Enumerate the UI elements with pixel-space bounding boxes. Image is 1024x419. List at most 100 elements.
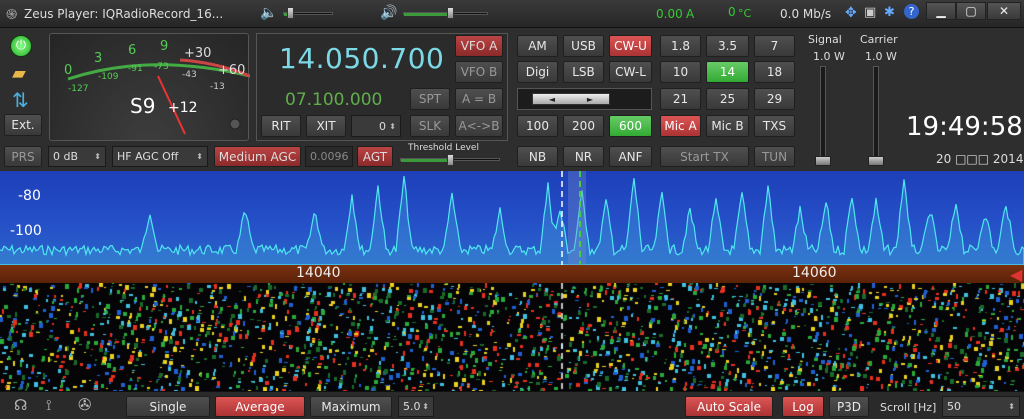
reel-icon[interactable]: ✇	[78, 395, 91, 414]
band-14-button[interactable]: 14	[706, 61, 749, 83]
freq-tick-14060: 14060	[792, 265, 837, 281]
xit-button[interactable]: XIT	[306, 115, 346, 137]
band-3-5-button[interactable]: 3.5	[706, 35, 749, 57]
filter-shift-handle[interactable]: ◄ ►	[532, 93, 610, 105]
meter-scale-0: 0	[64, 63, 73, 78]
mode-lsb-button[interactable]: LSB	[563, 61, 604, 83]
threshold-slider-fill	[401, 159, 450, 162]
vfo-b-frequency[interactable]: 07.100.000	[285, 90, 382, 110]
band-7-button[interactable]: 7	[754, 35, 795, 57]
agt-button[interactable]: AGT	[357, 146, 393, 167]
band-10-button[interactable]: 10	[660, 61, 701, 83]
ext-button[interactable]: Ext.	[4, 114, 42, 136]
vfo-a-frequency[interactable]: 14.050.700	[279, 42, 444, 75]
mic-b-button[interactable]: Mic B	[706, 115, 749, 137]
anf-button[interactable]: ANF	[609, 146, 652, 167]
signal-slider[interactable]	[820, 66, 826, 164]
minimize-button[interactable]: ▁	[926, 2, 956, 20]
meter-scale-9: 9	[160, 39, 169, 54]
maximize-button[interactable]: ▢	[956, 2, 986, 20]
headset-icon[interactable]: ☊	[14, 396, 27, 414]
slk-button[interactable]: SLK	[410, 115, 450, 137]
threshold-slider-knob[interactable]	[447, 154, 454, 166]
volume-slider-2-knob[interactable]	[447, 7, 454, 19]
nr-button[interactable]: NR	[563, 146, 604, 167]
waterfall-display[interactable]	[0, 283, 1024, 391]
scroll-select[interactable]: 50 ⬍	[942, 396, 1020, 417]
meter-scale-6: 6	[128, 43, 137, 58]
preamp-select[interactable]: 0 dB ⬍	[48, 146, 106, 167]
open-folder-button[interactable]: ▰	[12, 63, 26, 84]
filter-100-button[interactable]: 100	[517, 115, 558, 137]
average-button[interactable]: Average	[215, 396, 305, 417]
settings-icon[interactable]: ✱	[884, 5, 895, 20]
spin-arrows-icon[interactable]: ⬍	[389, 122, 396, 131]
threshold-label: Threshold Level	[408, 143, 479, 153]
carrier-value: 1.0 W	[865, 50, 897, 63]
prs-button[interactable]: PRS	[4, 146, 42, 167]
speaker-icon[interactable]: 🔈	[260, 5, 277, 21]
band-1-8-button[interactable]: 1.8	[660, 35, 701, 57]
maximum-button[interactable]: Maximum	[310, 396, 392, 417]
antenna-icon[interactable]: ⟟	[46, 396, 52, 414]
mode-cwu-button[interactable]: CW-U	[609, 35, 652, 57]
meter-scale-3: 3	[94, 51, 103, 66]
average-spinbox[interactable]: 5.0 ⬍	[398, 396, 434, 417]
power-button[interactable]: ⏻	[10, 35, 36, 57]
volume-slider-2-fill	[404, 13, 450, 16]
folder-icon: ▰	[12, 63, 26, 84]
help-icon[interactable]: ?	[904, 4, 919, 19]
log-button[interactable]: Log	[782, 396, 824, 417]
hf-agc-value: HF AGC Off	[117, 150, 179, 163]
chevron-down-icon: ⬍	[94, 152, 101, 161]
filter-200-button[interactable]: 200	[563, 115, 604, 137]
spectrum-display[interactable]: -80 -100	[0, 171, 1024, 265]
speaker-loud-icon[interactable]: 🔊	[380, 5, 397, 21]
offset-spinbox[interactable]: 0 ⬍	[351, 115, 401, 137]
s-meter: 0 3 6 9 +30 +60 -127 -109 -91 -73 -43 -1…	[49, 33, 250, 141]
signal-label: Signal	[808, 33, 842, 46]
band-18-button[interactable]: 18	[754, 61, 795, 83]
current-unit: A	[686, 7, 695, 21]
signal-slider-knob[interactable]	[815, 156, 831, 166]
mode-digi-button[interactable]: Digi	[517, 61, 558, 83]
agc-value-field[interactable]: 0.0096	[305, 146, 353, 167]
sync-button[interactable]: ⇅	[12, 88, 29, 112]
chevron-down-icon: ⬍	[1008, 402, 1015, 411]
filter-shift-slider[interactable]: ◄ ►	[517, 88, 652, 110]
spt-button[interactable]: SPT	[410, 88, 450, 110]
average-value: 5.0	[403, 400, 421, 413]
fullscreen-icon[interactable]: ✥	[845, 5, 857, 21]
vfo-b-button[interactable]: VFO B	[455, 61, 503, 83]
rit-button[interactable]: RIT	[261, 115, 301, 137]
medium-agc-button[interactable]: Medium AGC	[214, 146, 301, 167]
nb-button[interactable]: NB	[517, 146, 558, 167]
mode-am-button[interactable]: AM	[517, 35, 558, 57]
filter-600-button[interactable]: 600	[609, 115, 652, 137]
band-21-button[interactable]: 21	[660, 88, 701, 110]
swap-vfo-button[interactable]: A<->B	[455, 115, 503, 137]
mode-cwl-button[interactable]: CW-L	[609, 61, 652, 83]
p3d-button[interactable]: P3D	[829, 396, 869, 417]
a-equals-b-button[interactable]: A = B	[455, 88, 503, 110]
carrier-slider[interactable]	[873, 66, 879, 164]
tun-button[interactable]: TUN	[754, 146, 795, 167]
db-label-100: -100	[10, 223, 42, 239]
single-button[interactable]: Single	[126, 396, 210, 417]
hf-agc-select[interactable]: HF AGC Off ⬍	[112, 146, 208, 167]
camera-icon[interactable]: ▣	[864, 5, 876, 20]
start-tx-button[interactable]: Start TX	[660, 146, 749, 167]
mic-a-button[interactable]: Mic A	[660, 115, 701, 137]
frequency-scale[interactable]: 14040 14060 ◀	[0, 265, 1024, 284]
txs-button[interactable]: TXS	[754, 115, 795, 137]
vfo-a-button[interactable]: VFO A	[455, 35, 503, 57]
db-label-80: -80	[18, 188, 41, 204]
volume-slider-1-knob[interactable]	[287, 7, 294, 19]
spin-arrows-icon[interactable]: ⬍	[422, 402, 429, 411]
carrier-slider-knob[interactable]	[868, 156, 884, 166]
band-25-button[interactable]: 25	[706, 88, 749, 110]
close-button[interactable]: ✕	[987, 2, 1021, 20]
auto-scale-button[interactable]: Auto Scale	[685, 396, 773, 417]
band-29-button[interactable]: 29	[754, 88, 795, 110]
mode-usb-button[interactable]: USB	[563, 35, 604, 57]
